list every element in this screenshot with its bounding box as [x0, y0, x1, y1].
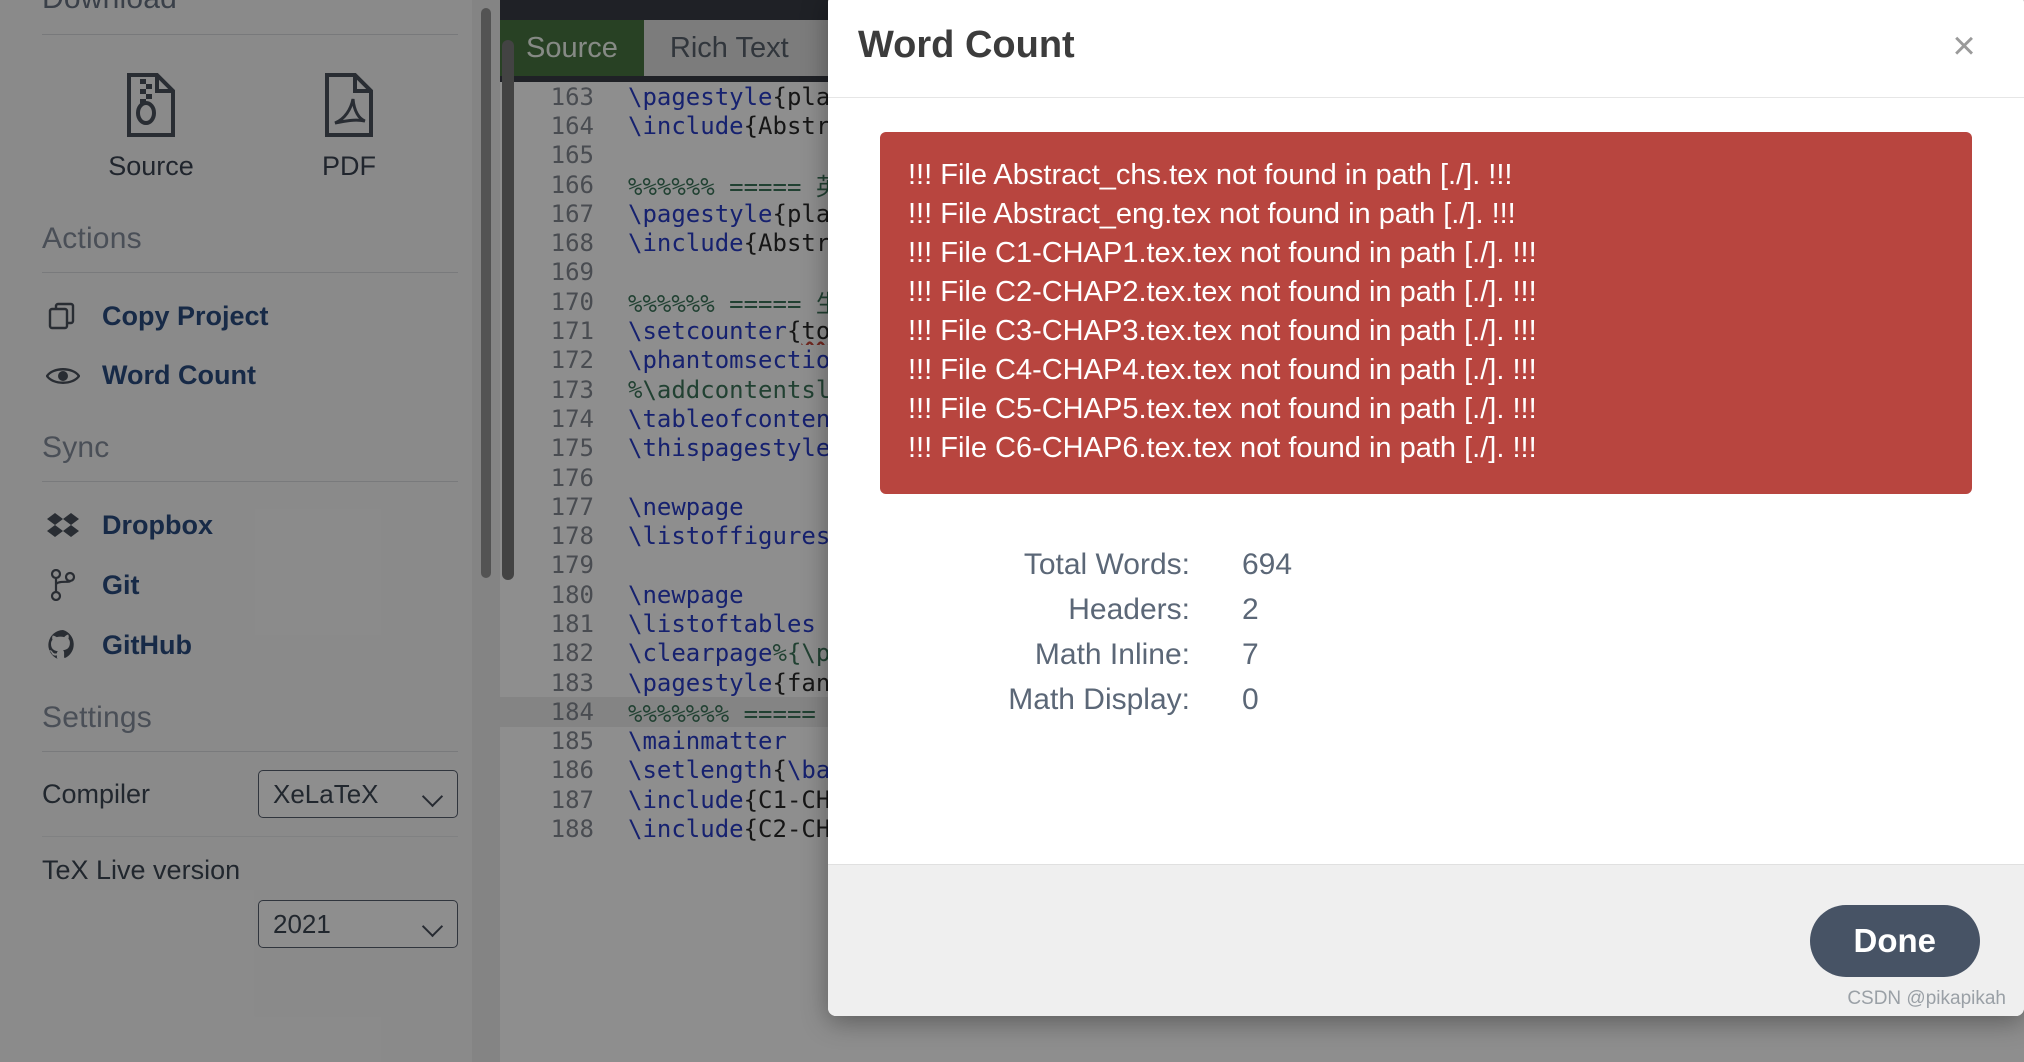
stat-value: 7 — [1242, 638, 1259, 671]
stat-label: Headers: — [1068, 593, 1190, 626]
error-line: !!! File Abstract_eng.tex not found in p… — [908, 198, 1516, 230]
stat-value: 694 — [1242, 548, 1293, 581]
error-line: !!! File C5-CHAP5.tex.tex not found in p… — [908, 393, 1537, 425]
error-line: !!! File C2-CHAP2.tex.tex not found in p… — [908, 276, 1537, 308]
error-line: !!! File C4-CHAP4.tex.tex not found in p… — [908, 354, 1537, 386]
stat-row: Headers: 2 — [880, 593, 1972, 627]
dialog-title: Word Count — [858, 24, 1075, 66]
word-count-dialog: Word Count × !!! File Abstract_chs.tex n… — [828, 0, 2024, 1016]
error-line: !!! File C1-CHAP1.tex.tex not found in p… — [908, 237, 1537, 269]
error-message-box: !!! File Abstract_chs.tex not found in p… — [880, 132, 1972, 494]
done-button[interactable]: Done — [1809, 904, 1980, 977]
stat-label: Math Display: — [1008, 683, 1190, 716]
stat-row: Math Inline: 7 — [880, 638, 1972, 672]
word-count-stats: Total Words: 694 Headers: 2 Math Inline: 7 Mat… — [880, 548, 1972, 717]
stat-label: Total Words: — [1023, 548, 1190, 581]
error-line: !!! File Abstract_chs.tex not found in p… — [908, 159, 1513, 191]
stat-row: Total Words: 694 — [880, 548, 1972, 582]
stat-value: 2 — [1242, 593, 1259, 626]
dialog-body: !!! File Abstract_chs.tex not found in p… — [828, 98, 2024, 864]
stat-value: 0 — [1242, 683, 1259, 716]
stat-row: Math Display: 0 — [880, 683, 1972, 717]
dialog-footer: Done CSDN @pikapikah — [828, 864, 2024, 1016]
error-line: !!! File C3-CHAP3.tex.tex not found in p… — [908, 315, 1537, 347]
error-line: !!! File C6-CHAP6.tex.tex not found in p… — [908, 432, 1537, 464]
close-icon[interactable]: × — [1942, 24, 1986, 68]
stat-label: Math Inline: — [1034, 638, 1190, 671]
dialog-header: Word Count × — [828, 0, 2024, 98]
watermark: CSDN @pikapikah — [1847, 988, 2006, 1009]
